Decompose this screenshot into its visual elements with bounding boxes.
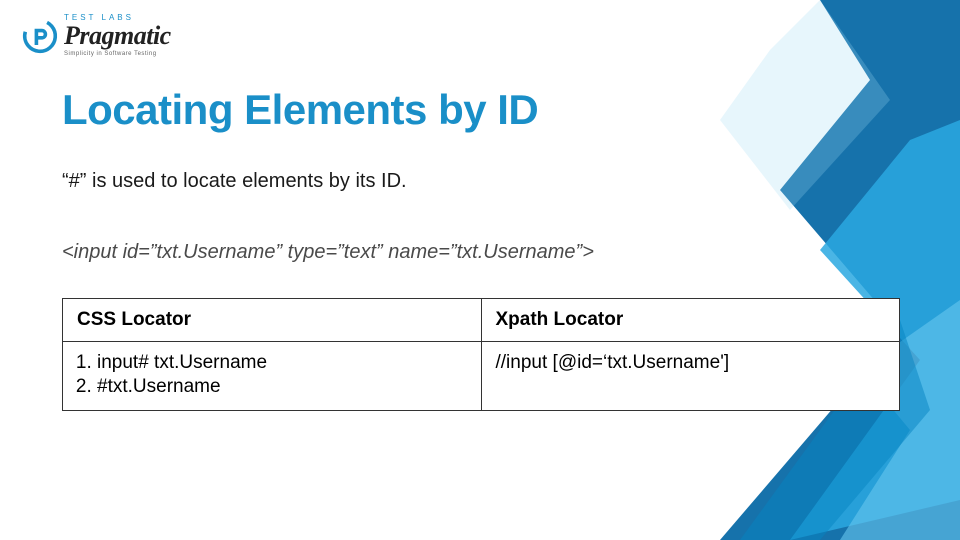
content-area: Locating Elements by ID “#” is used to l… xyxy=(62,86,900,411)
locator-table: CSS Locator Xpath Locator input# txt.Use… xyxy=(62,298,900,411)
table-row: input# txt.Username #txt.Username //inpu… xyxy=(63,342,900,411)
xpath-header: Xpath Locator xyxy=(481,299,900,342)
logo-mark-icon xyxy=(22,18,58,54)
slide: TEST LABS Pragmatic Simplicity in Softwa… xyxy=(0,0,960,540)
list-item: input# txt.Username xyxy=(97,352,467,374)
css-header: CSS Locator xyxy=(63,299,482,342)
css-list: input# txt.Username #txt.Username xyxy=(97,352,467,398)
css-cell: input# txt.Username #txt.Username xyxy=(63,342,482,411)
list-item: #txt.Username xyxy=(97,376,467,398)
slide-description: “#” is used to locate elements by its ID… xyxy=(62,170,900,193)
logo: TEST LABS Pragmatic Simplicity in Softwa… xyxy=(22,14,171,57)
logo-text-block: TEST LABS Pragmatic Simplicity in Softwa… xyxy=(64,14,171,57)
table-header-row: CSS Locator Xpath Locator xyxy=(63,299,900,342)
xpath-cell: //input [@id=‘txt.Username'] xyxy=(481,342,900,411)
slide-title: Locating Elements by ID xyxy=(62,86,900,134)
logo-tagline: Simplicity in Software Testing xyxy=(64,51,171,57)
logo-wordmark: Pragmatic xyxy=(64,23,171,49)
code-example: <input id=”txt.Username” type=”text” nam… xyxy=(62,241,900,264)
